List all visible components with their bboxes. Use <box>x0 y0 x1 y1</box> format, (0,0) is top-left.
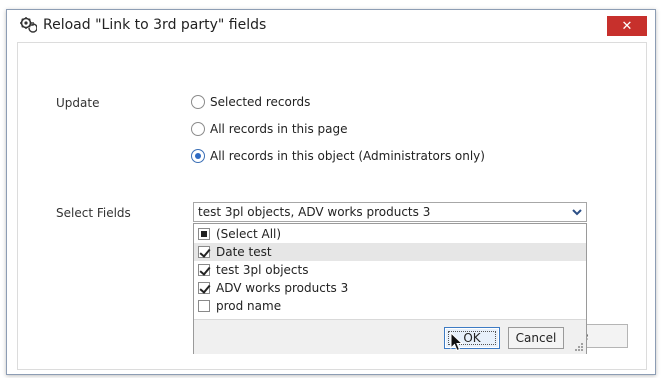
cancel-label: Cancel <box>515 331 557 345</box>
option-prod-name[interactable]: prod name <box>194 297 586 315</box>
checkbox[interactable] <box>198 228 210 240</box>
dialog-title: Reload "Link to 3rd party" fields <box>43 17 267 33</box>
reload-dialog: Reload "Link to 3rd party" fields ✕ Upda… <box>6 9 656 375</box>
radio-all-records-page[interactable]: All records in this page <box>191 122 348 136</box>
option-label: Date test <box>216 245 272 259</box>
select-fields-dropdown: (Select All) Date test test 3pl objects … <box>193 223 587 354</box>
close-icon: ✕ <box>621 18 633 34</box>
radio-label: All records in this object (Administrato… <box>210 149 485 163</box>
dialog-content: Update Selected records All records in t… <box>17 42 647 370</box>
option-label: prod name <box>216 299 282 313</box>
select-fields-combobox[interactable]: test 3pl objects, ADV works products 3 <box>193 202 587 222</box>
option-label: (Select All) <box>216 227 282 241</box>
checkbox[interactable] <box>198 300 210 312</box>
reload-gear-icon <box>20 17 37 33</box>
option-adv-works-products-3[interactable]: ADV works products 3 <box>194 279 586 297</box>
radio-all-records-object[interactable]: All records in this object (Administrato… <box>191 149 485 163</box>
resize-grip-icon[interactable] <box>574 342 584 352</box>
option-select-all[interactable]: (Select All) <box>194 225 586 243</box>
radio-button-selected[interactable] <box>191 149 205 163</box>
select-fields-label: Select Fields <box>56 206 131 220</box>
close-button[interactable]: ✕ <box>607 16 647 36</box>
option-label: ADV works products 3 <box>216 281 349 295</box>
radio-button[interactable] <box>191 95 205 109</box>
checkbox[interactable] <box>198 282 210 294</box>
chevron-down-icon[interactable] <box>568 203 586 221</box>
radio-selected-records[interactable]: Selected records <box>191 95 310 109</box>
option-date-test[interactable]: Date test <box>194 243 586 261</box>
update-label: Update <box>56 96 100 110</box>
option-label: test 3pl objects <box>216 263 309 277</box>
option-test-3pl-objects[interactable]: test 3pl objects <box>194 261 586 279</box>
radio-label: Selected records <box>210 95 311 109</box>
mouse-pointer-icon <box>450 332 464 352</box>
radio-label: All records in this page <box>210 122 348 136</box>
dropdown-footer: OK Cancel <box>194 319 586 354</box>
combobox-value: test 3pl objects, ADV works products 3 <box>198 205 431 219</box>
checkbox[interactable] <box>198 264 210 276</box>
radio-button[interactable] <box>191 122 205 136</box>
checkbox[interactable] <box>198 246 210 258</box>
cancel-button[interactable]: Cancel <box>508 327 564 349</box>
title-bar: Reload "Link to 3rd party" fields ✕ <box>7 10 655 41</box>
